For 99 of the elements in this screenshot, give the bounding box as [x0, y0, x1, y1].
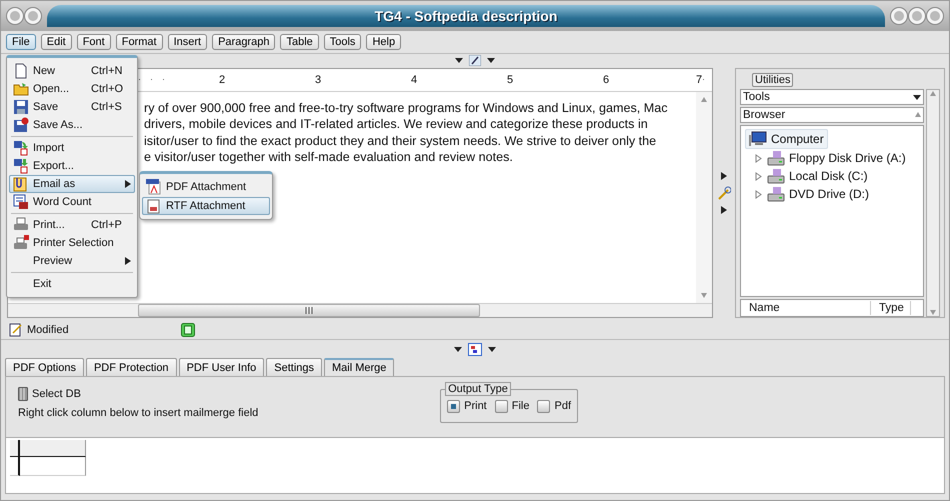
expand-arrow-icon[interactable] — [755, 190, 763, 198]
caret-icon — [487, 58, 495, 62]
document-line: ry of over 900,000 free and free-to-try software programs for Windows and Linux, games, Mac — [144, 100, 669, 116]
checkbox-label: Pdf — [554, 400, 571, 412]
scroll-down-icon — [701, 291, 707, 299]
checkbox-label: Print — [464, 400, 487, 412]
computer-icon — [749, 131, 767, 147]
row-header-cell[interactable] — [10, 457, 20, 476]
printer-icon — [13, 217, 29, 233]
menu-item[interactable]: Save Ctrl+S — [9, 98, 135, 116]
menu-button[interactable]: File — [6, 34, 36, 50]
drive-icon — [767, 168, 785, 184]
menu-item[interactable]: Printer Selection — [9, 234, 135, 252]
save-icon — [13, 99, 29, 115]
menu-item[interactable]: New Ctrl+N — [9, 62, 135, 80]
menu-item[interactable]: Import — [9, 139, 135, 157]
pdf-file-icon — [146, 179, 162, 195]
menu-button[interactable]: Font — [76, 34, 111, 50]
checkbox-label: File — [512, 400, 530, 412]
save-as-icon — [13, 117, 29, 133]
menu-button[interactable]: Insert — [168, 34, 208, 50]
collapse-icon — [915, 111, 921, 119]
vertical-scrollbar[interactable] — [696, 92, 712, 303]
menu-item[interactable]: Exit — [9, 275, 135, 293]
checkbox[interactable] — [494, 400, 508, 412]
menu-item[interactable]: Save As... — [9, 116, 135, 134]
tab[interactable]: Mail Merge — [324, 358, 394, 376]
database-icon — [18, 387, 28, 401]
tree-item[interactable]: Local Disk (C:) — [789, 169, 868, 183]
import-icon — [13, 140, 29, 156]
edit-document-icon — [9, 323, 23, 337]
tree-item[interactable]: DVD Drive (D:) — [789, 187, 869, 201]
minimize-button[interactable] — [891, 8, 907, 24]
document-icon — [13, 63, 29, 79]
hint-text: Right click column below to insert mailmerge field — [18, 407, 258, 419]
tab[interactable]: PDF Protection — [86, 358, 177, 376]
menu-button[interactable]: Edit — [40, 34, 72, 50]
horizontal-scrollbar[interactable] — [8, 303, 712, 317]
expand-arrow-icon — [721, 206, 727, 214]
grid-cell[interactable] — [20, 457, 86, 476]
printer-icon — [13, 235, 29, 251]
menu-item[interactable]: RTF Attachment — [142, 197, 270, 215]
scrollbar-thumb[interactable] — [138, 304, 480, 317]
document-line: e visitor/user together with self-made evaluation and review notes. — [144, 149, 514, 166]
caret-icon — [488, 346, 496, 352]
group-title: Output Type — [445, 382, 511, 396]
export-icon — [13, 158, 29, 174]
folder-icon — [13, 81, 29, 97]
document-line: isitor/user to find the exact product they and their system needs. We strive to deiver only the — [144, 132, 658, 150]
ruler-number: 7 — [654, 74, 702, 86]
panel-title: Utilities — [752, 73, 794, 87]
tools-dropdown[interactable]: Tools — [740, 89, 924, 105]
menu-item[interactable]: Print... Ctrl+P — [9, 216, 135, 234]
select-db-button[interactable]: Select DB — [32, 388, 81, 400]
page-icon — [181, 323, 195, 337]
menu-button[interactable]: Format — [116, 34, 163, 50]
expand-arrow-icon[interactable] — [755, 172, 763, 180]
scroll-up-icon — [930, 90, 936, 98]
rtf-file-icon — [146, 198, 162, 214]
checkbox[interactable] — [447, 400, 460, 412]
window-button[interactable] — [25, 8, 41, 24]
tree-item[interactable]: Computer — [745, 129, 828, 149]
dropdown-arrow-icon — [913, 94, 921, 100]
menu-item[interactable]: Export... — [9, 157, 135, 175]
maximize-button[interactable] — [909, 8, 925, 24]
window-button[interactable] — [7, 8, 23, 24]
menu-item[interactable]: Word Count — [9, 193, 135, 211]
checkbox[interactable] — [537, 400, 550, 412]
menu-button[interactable]: Table — [280, 34, 319, 50]
scroll-down-icon — [930, 308, 936, 316]
caret-icon — [454, 346, 462, 352]
document-line: drivers, mobile devices and IT-related articles. We review and categorize these products in — [144, 116, 649, 133]
menu-button[interactable]: Tools — [324, 34, 362, 50]
menu-item[interactable]: Open... Ctrl+O — [9, 80, 135, 98]
column-header-cell[interactable] — [20, 440, 86, 457]
tab[interactable]: PDF User Info — [178, 358, 264, 376]
menu-item[interactable]: Email as — [9, 175, 135, 193]
scroll-up-icon — [701, 96, 707, 104]
menu-item[interactable]: PDF Attachment — [142, 178, 270, 196]
tab[interactable]: PDF Options — [5, 358, 84, 376]
tree-item[interactable]: Floppy Disk Drive (A:) — [789, 151, 906, 165]
menu-button[interactable]: Paragraph — [212, 34, 276, 50]
menu-item[interactable]: Preview — [9, 252, 135, 270]
window-title: TG4 - Softpedia description — [47, 5, 885, 27]
tab[interactable]: Settings — [266, 358, 322, 376]
vertical-scrollbar[interactable] — [926, 89, 940, 317]
column-header[interactable]: Type — [871, 301, 911, 315]
expand-arrow-icon — [721, 172, 727, 180]
grid-corner-cell[interactable] — [10, 440, 20, 457]
status-text: Modified — [27, 324, 70, 336]
column-header[interactable]: Name — [741, 301, 871, 315]
section-header[interactable]: Browser — [740, 107, 924, 123]
caret-icon — [455, 58, 463, 62]
grip-icon — [305, 307, 313, 314]
close-button[interactable] — [927, 8, 943, 24]
layout-icon[interactable] — [468, 342, 482, 356]
pen-icon[interactable] — [469, 54, 481, 66]
menu-button[interactable]: Help — [366, 34, 402, 50]
expand-arrow-icon[interactable] — [755, 154, 763, 162]
